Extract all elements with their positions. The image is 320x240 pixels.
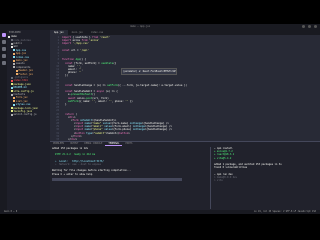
terminal-line: > vite: [214, 178, 223, 182]
code-content[interactable]: import { useState } from 'react' import a…: [62, 36, 312, 141]
code-token: setForm: [68, 99, 79, 103]
file-icon: [13, 59, 15, 62]
activity-bar: [0, 30, 7, 214]
file-icon: [15, 69, 18, 72]
code-token: handleChange = (e) =>: [72, 83, 108, 87]
code-token: '/api': [80, 48, 90, 52]
code-token: const: [62, 48, 70, 52]
editor-window: demo — App.jsx EXPLORER demo node_modules…: [0, 24, 320, 214]
code-token: const: [65, 83, 73, 87]
source-control-icon[interactable]: [1, 47, 6, 51]
file-icon: [8, 35, 10, 38]
letterbox-bottom: [0, 214, 320, 240]
terminal-left[interactable]: added 153 packages in 12s VITE v5.4.2 re…: [52, 147, 192, 209]
letterbox-top: [0, 0, 320, 24]
file-icon: [10, 113, 13, 116]
file-icon: [15, 73, 18, 76]
code-token: }): [128, 99, 133, 103]
panel-tab[interactable]: DEBUG CONSOLE: [81, 142, 105, 146]
panel-tab[interactable]: OUTPUT: [67, 142, 81, 146]
search-icon[interactable]: [1, 40, 6, 44]
code-token: }: [62, 102, 67, 106]
code-token: onChange: [132, 128, 145, 132]
file-tree: demo node_modules public src App.css App.jsx i…: [7, 35, 50, 116]
code-token: "submit": [93, 131, 106, 135]
tree-item-label: eslint.config.js: [13, 113, 37, 117]
code-token: , email:: [95, 99, 109, 103]
code-token: >Submit</: [105, 131, 120, 135]
file-icon: [13, 96, 15, 99]
run-icon[interactable]: [1, 54, 6, 58]
code-token: button: [119, 131, 129, 135]
code-token: , phone:: [111, 99, 126, 103]
explorer-sidebar: EXPLORER demo node_modules public src App.cs…: [7, 30, 50, 214]
file-icon: [10, 83, 13, 86]
code-token: import: [62, 42, 72, 46]
file-icon: [10, 46, 13, 49]
file-icon: [10, 76, 13, 79]
screen-frame: demo — App.jsx EXPLORER demo node_modules…: [0, 0, 320, 240]
file-icon: [13, 52, 15, 55]
code-token: './App.css': [71, 42, 90, 46]
code-editor[interactable]: 1 2 3 4 5 6 7 8 9 10 11 12 13 14 15 16 17 18 19 20 21 22 23 24 2…: [50, 35, 320, 141]
bottom-panel: PROBLEMS OUTPUT DEBUG CONSOLE TERMINAL PORTS…: [50, 141, 320, 211]
minimize-button[interactable]: [302, 25, 305, 28]
hover-tooltip: (parameter) e: React.FormEvent<HTMLFormE…: [121, 68, 177, 75]
explorer-icon[interactable]: [1, 33, 6, 37]
code-token: ({ name:: [78, 99, 93, 103]
panel-tabs: PROBLEMS OUTPUT DEBUG CONSOLE TERMINAL PORTS: [50, 142, 320, 146]
tree-item[interactable]: eslint.config.js: [7, 113, 50, 116]
file-icon: [10, 90, 13, 93]
code-token: '': [78, 71, 82, 75]
terminal-right[interactable]: ~ npm install + axios@1.7.2 + react@18.3.1…: [210, 147, 320, 209]
window-title: demo — App.jsx: [130, 25, 151, 28]
file-icon: [13, 100, 15, 103]
file-icon: [13, 66, 15, 69]
file-icon: [13, 63, 15, 66]
code-token: >: [128, 131, 130, 135]
file-icon: [13, 56, 15, 59]
maximize-button[interactable]: [308, 25, 311, 28]
line-numbers: 1 2 3 4 5 6 7 8 9 10 11 12 13 14 15 16 17 18 19 20 21 22 23 24 2…: [50, 36, 60, 141]
code-token: ={handleChange} />: [144, 128, 172, 132]
file-icon: [13, 103, 15, 106]
code-token: ({: [113, 61, 117, 65]
code-token: url =: [69, 48, 81, 52]
close-button[interactable]: [314, 25, 317, 28]
file-icon: [10, 79, 13, 82]
code-token: setForm: [107, 83, 118, 87]
window-controls: [302, 25, 317, 28]
panel-tab[interactable]: TERMINAL: [105, 142, 123, 146]
file-icon: [10, 107, 13, 110]
code-token: ({ ...form, [e.target.name]: e.target.va…: [117, 83, 187, 87]
panel-tab[interactable]: PORTS: [122, 142, 135, 146]
code-token: (e) => {: [104, 90, 118, 94]
file-icon: [10, 42, 13, 45]
terminal-line: Press h + enter to show help: [52, 172, 93, 176]
panel-tab[interactable]: PROBLEMS: [50, 142, 67, 146]
code-token: useState: [101, 61, 114, 65]
terminal-input[interactable]: [52, 177, 182, 182]
code-token: >: [80, 134, 82, 138]
file-icon: [10, 110, 13, 113]
file-icon: [10, 39, 13, 42]
code-token: }): [62, 74, 69, 78]
code-token: 'axios': [87, 39, 100, 43]
extensions-icon[interactable]: [1, 61, 6, 65]
file-icon: [10, 93, 13, 96]
file-icon: [10, 86, 13, 89]
file-icon: [13, 49, 15, 52]
